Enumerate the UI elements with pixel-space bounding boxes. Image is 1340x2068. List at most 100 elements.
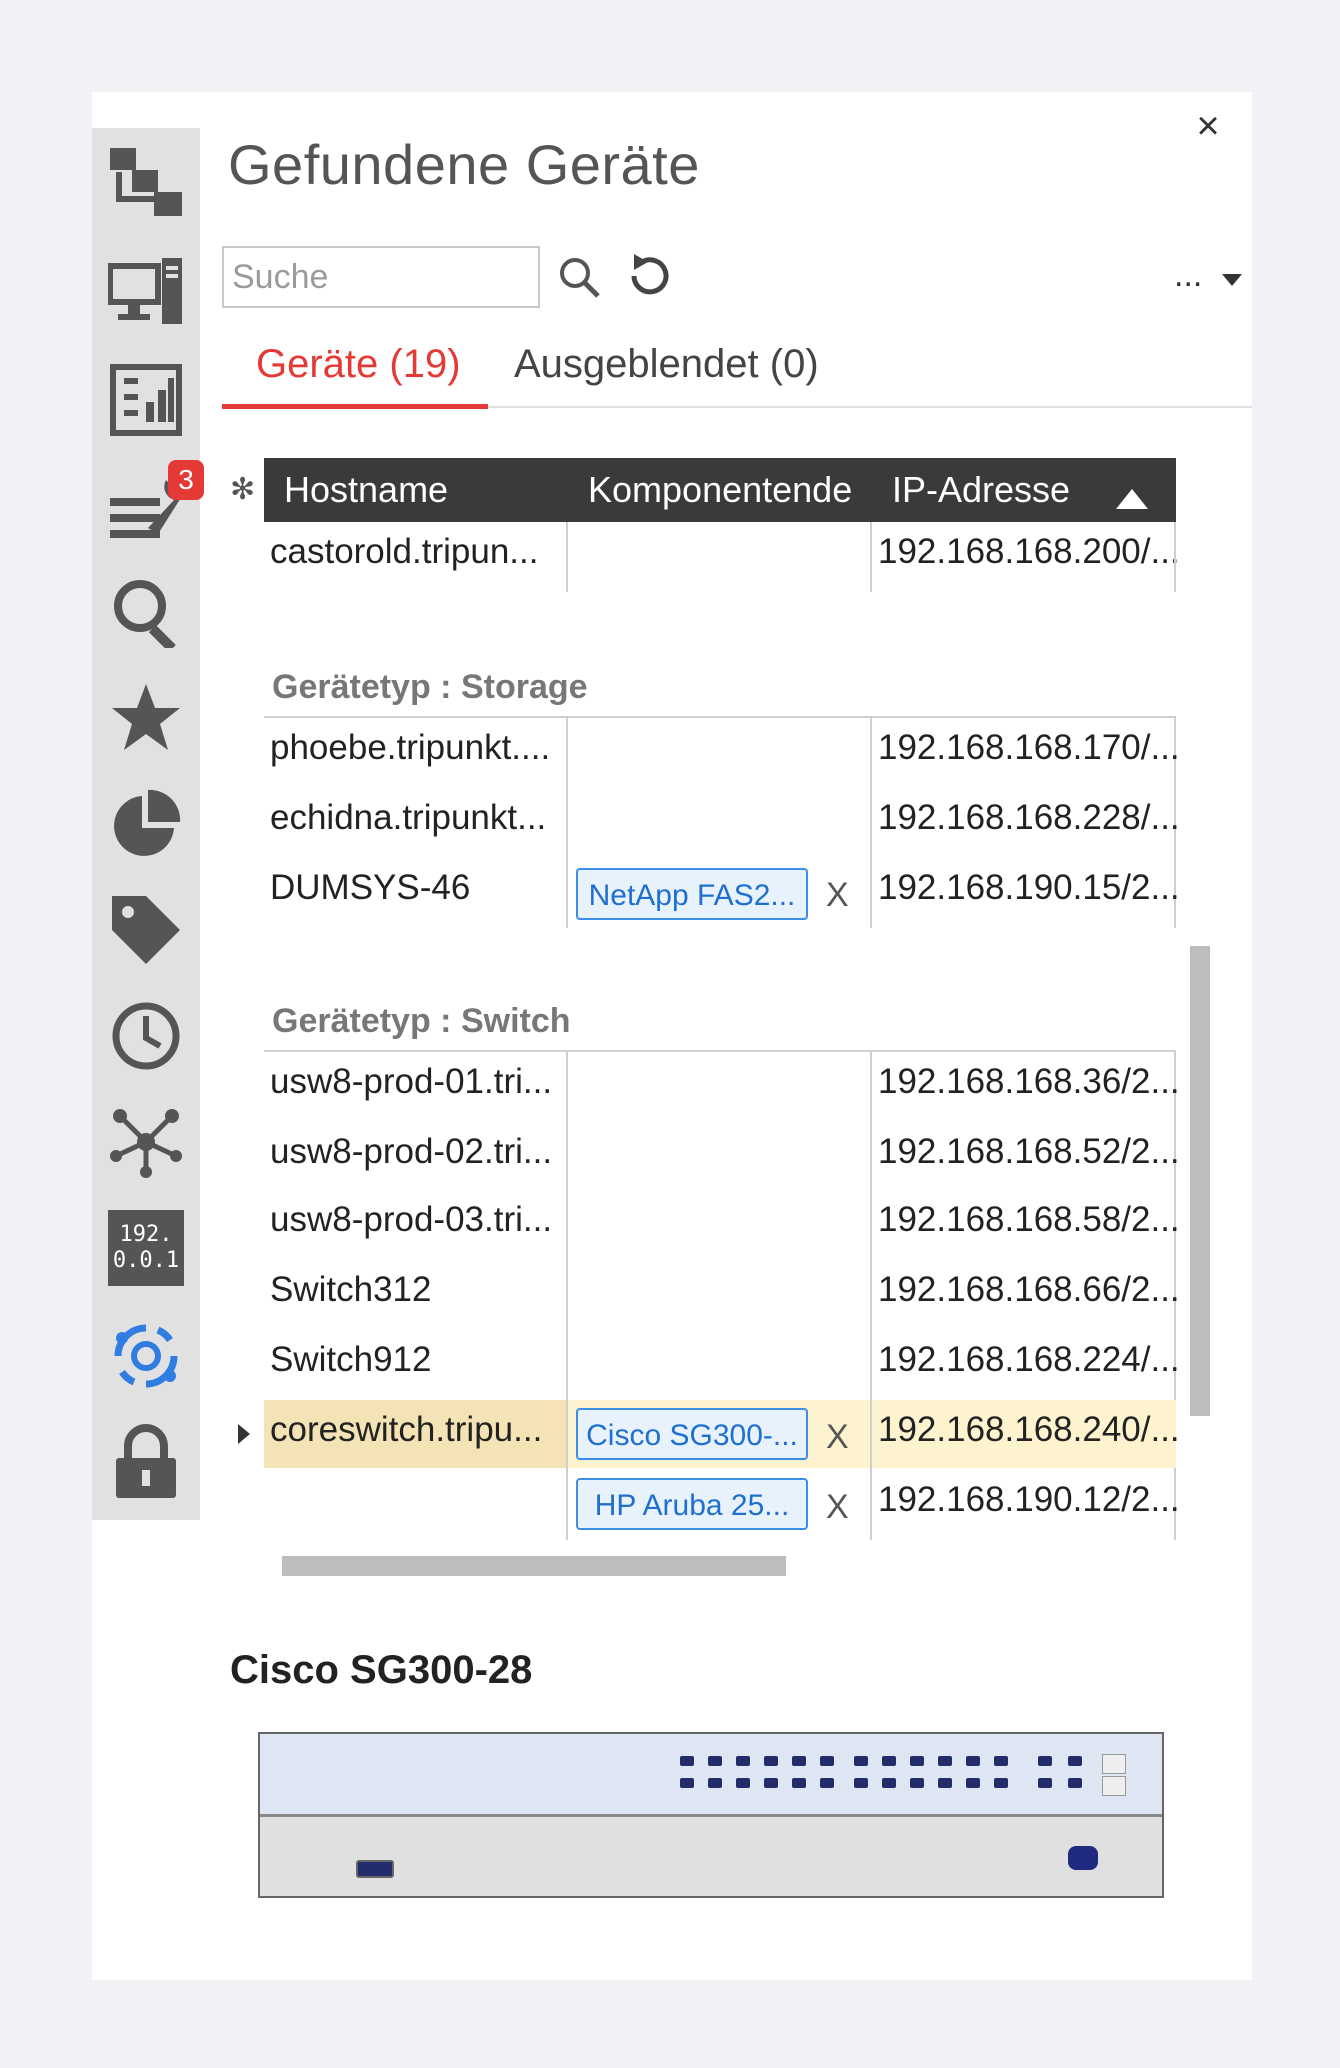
- group-header-storage[interactable]: Gerätetyp : Storage: [272, 668, 588, 707]
- tab-active-indicator: [222, 404, 488, 409]
- switch-port: [792, 1778, 806, 1788]
- remove-component-button[interactable]: X: [826, 1418, 849, 1457]
- refresh-icon[interactable]: [624, 250, 676, 307]
- ip-cell: 192.168.168.58/2...: [878, 1200, 1180, 1239]
- column-header-ip[interactable]: IP-Adresse: [892, 458, 1092, 522]
- component-chip[interactable]: NetApp FAS2...: [576, 868, 808, 920]
- discovery-icon[interactable]: [106, 1316, 186, 1396]
- sort-ascending-icon[interactable]: [1116, 478, 1148, 520]
- switch-port: [792, 1756, 806, 1766]
- switch-port: [1068, 1778, 1082, 1788]
- column-header-hostname[interactable]: Hostname: [284, 458, 564, 522]
- ip-cell: 192.168.190.15/2...: [878, 868, 1180, 907]
- group-divider: [264, 716, 1176, 718]
- ip-cell: 192.168.168.200/...: [878, 532, 1180, 571]
- ip-cell: 192.168.168.240/...: [878, 1410, 1180, 1449]
- column-divider: [870, 522, 872, 592]
- device-detail-title: Cisco SG300-28: [230, 1648, 533, 1692]
- switch-port: [736, 1756, 750, 1766]
- ip-cell: 192.168.168.52/2...: [878, 1132, 1180, 1171]
- device-front-panel-image: [258, 1732, 1164, 1898]
- switch-port: [820, 1778, 834, 1788]
- switch-port: [910, 1778, 924, 1788]
- hostname-cell: Switch912: [270, 1340, 432, 1379]
- switch-port: [910, 1756, 924, 1766]
- switch-port: [680, 1778, 694, 1788]
- network-icon[interactable]: [106, 1102, 186, 1182]
- lock-icon[interactable]: [106, 1422, 186, 1502]
- hostname-cell: usw8-prod-03.tri...: [270, 1200, 553, 1239]
- search-icon[interactable]: [558, 256, 600, 303]
- page-title: Gefundene Geräte: [228, 133, 700, 196]
- switch-port: [966, 1778, 980, 1788]
- component-chip[interactable]: HP Aruba 25...: [576, 1478, 808, 1530]
- switch-port: [966, 1756, 980, 1766]
- hostname-cell: usw8-prod-01.tri...: [270, 1062, 553, 1101]
- switch-port: [882, 1756, 896, 1766]
- column-header-component[interactable]: Komponentende: [588, 458, 868, 522]
- new-row-icon[interactable]: ✻: [230, 472, 255, 507]
- ip-cell: 192.168.168.66/2...: [878, 1270, 1180, 1309]
- switch-port: [1068, 1756, 1082, 1766]
- switch-port: [680, 1756, 694, 1766]
- dashboard-icon[interactable]: [106, 360, 186, 440]
- switch-port: [708, 1756, 722, 1766]
- group-header-switch[interactable]: Gerätetyp : Switch: [272, 1002, 571, 1041]
- hostname-cell: DUMSYS-46: [270, 868, 471, 907]
- column-divider: [870, 1400, 872, 1468]
- notification-badge: 3: [168, 460, 204, 500]
- ip-cell: 192.168.190.12/2...: [878, 1480, 1180, 1519]
- tab-devices[interactable]: Geräte (19): [256, 342, 461, 387]
- hostname-cell: castorold.tripun...: [270, 532, 539, 571]
- switch-port: [994, 1756, 1008, 1766]
- switch-port: [1038, 1756, 1052, 1766]
- hostname-cell: usw8-prod-02.tri...: [270, 1132, 553, 1171]
- search-input[interactable]: [222, 246, 540, 308]
- switch-port: [938, 1756, 952, 1766]
- switch-port: [820, 1756, 834, 1766]
- chevron-down-icon: [1221, 258, 1242, 297]
- sidebar: 3 192. 0.0.1: [92, 128, 204, 1520]
- column-divider: [1174, 522, 1176, 592]
- column-divider: [566, 522, 568, 592]
- star-icon[interactable]: [106, 678, 186, 758]
- switch-port: [854, 1778, 868, 1788]
- switch-port: [764, 1778, 778, 1788]
- row-expand-icon[interactable]: [238, 1424, 250, 1449]
- tools-icon[interactable]: 3: [106, 460, 204, 546]
- console-port-icon: [356, 1860, 394, 1878]
- grid-header: Hostname Komponentende IP-Adresse: [264, 458, 1176, 522]
- column-divider: [566, 718, 568, 928]
- ip-cell: 192.168.168.228/...: [878, 798, 1180, 837]
- topology-icon[interactable]: [106, 142, 186, 222]
- ip-cell: 192.168.168.36/2...: [878, 1062, 1180, 1101]
- ip-cell: 192.168.168.224/...: [878, 1340, 1180, 1379]
- tag-icon[interactable]: [106, 890, 186, 970]
- tab-hidden[interactable]: Ausgeblendet (0): [514, 342, 819, 387]
- pie-chart-icon[interactable]: [106, 784, 186, 864]
- ip-icon[interactable]: 192. 0.0.1: [108, 1210, 184, 1286]
- group-divider: [264, 1050, 1176, 1052]
- switch-port: [854, 1756, 868, 1766]
- power-port-icon: [1068, 1846, 1098, 1870]
- column-divider: [566, 1400, 568, 1468]
- more-menu-button[interactable]: ...: [1174, 256, 1242, 297]
- column-divider: [870, 718, 872, 928]
- hostname-cell: coreswitch.tripu...: [270, 1410, 543, 1449]
- vertical-scrollbar[interactable]: [1190, 946, 1210, 1416]
- close-button[interactable]: ×: [1190, 106, 1226, 146]
- ip-cell: 192.168.168.170/...: [878, 728, 1180, 767]
- device-top-panel: [260, 1734, 1162, 1817]
- devices-icon[interactable]: [106, 252, 186, 332]
- clock-icon[interactable]: [106, 996, 186, 1076]
- remove-component-button[interactable]: X: [826, 876, 849, 915]
- search-icon[interactable]: [106, 572, 186, 652]
- remove-component-button[interactable]: X: [826, 1488, 849, 1527]
- horizontal-scrollbar[interactable]: [282, 1556, 786, 1576]
- switch-port: [882, 1778, 896, 1788]
- tab-bar: Geräte (19) Ausgeblendet (0): [222, 336, 1252, 409]
- switch-port: [938, 1778, 952, 1788]
- port-indicator: [1102, 1754, 1126, 1774]
- port-indicator: [1102, 1776, 1126, 1796]
- component-chip[interactable]: Cisco SG300-...: [576, 1408, 808, 1460]
